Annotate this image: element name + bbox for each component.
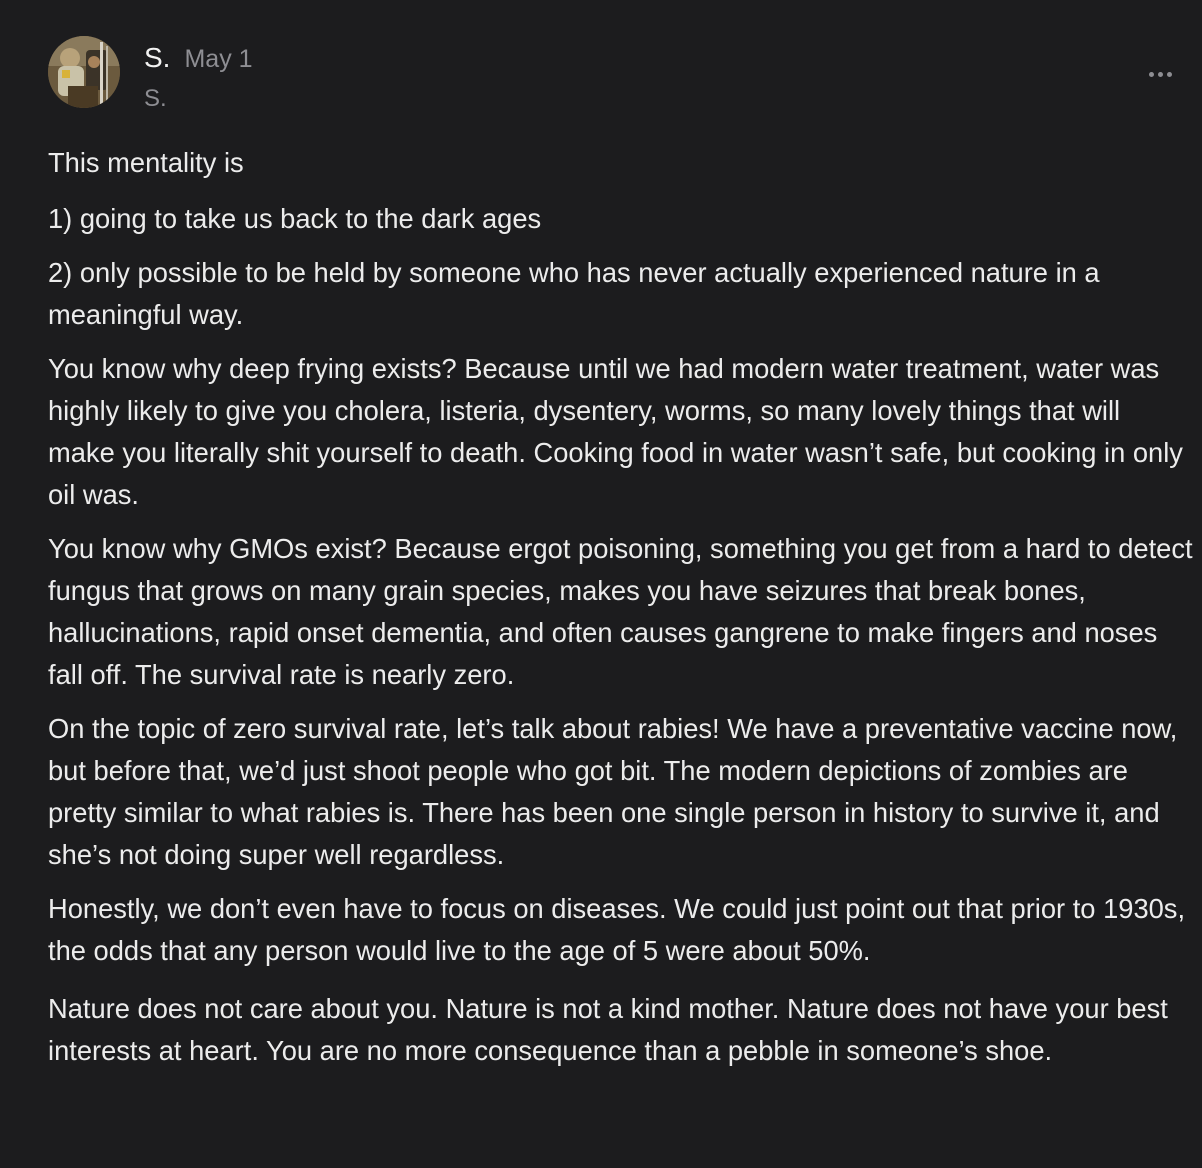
post-paragraph: Honestly, we don’t even have to focus on…: [48, 893, 1186, 966]
post-paragraph: Nature does not care about you. Nature i…: [48, 993, 1168, 1066]
post-body: This mentality is 1) going to take us ba…: [48, 142, 1193, 1072]
post-paragraph: This mentality is: [48, 147, 244, 178]
more-options-button[interactable]: [1142, 64, 1178, 84]
more-horizontal-icon-dot: [1157, 71, 1163, 77]
avatar-photo-icon: [48, 36, 120, 108]
post-paragraph: You know why GMOs exist? Because ergot p…: [48, 533, 1193, 690]
author-line: S. May 1: [144, 42, 253, 74]
post-paragraph: You know why deep frying exists? Because…: [48, 353, 1183, 510]
post-paragraph: 1) going to take us back to the dark age…: [48, 203, 542, 234]
more-horizontal-icon: [1148, 71, 1154, 77]
author-avatar[interactable]: [48, 36, 120, 108]
more-horizontal-icon-dot: [1166, 71, 1172, 77]
post-paragraph: On the topic of zero survival rate, let’…: [48, 713, 1178, 870]
post-header: S. May 1 S.: [48, 34, 1178, 114]
author-name[interactable]: S.: [144, 42, 170, 73]
post-date: May 1: [184, 45, 253, 73]
post-paragraph: 2) only possible to be held by someone w…: [48, 257, 1100, 330]
author-handle: S.: [144, 85, 167, 112]
